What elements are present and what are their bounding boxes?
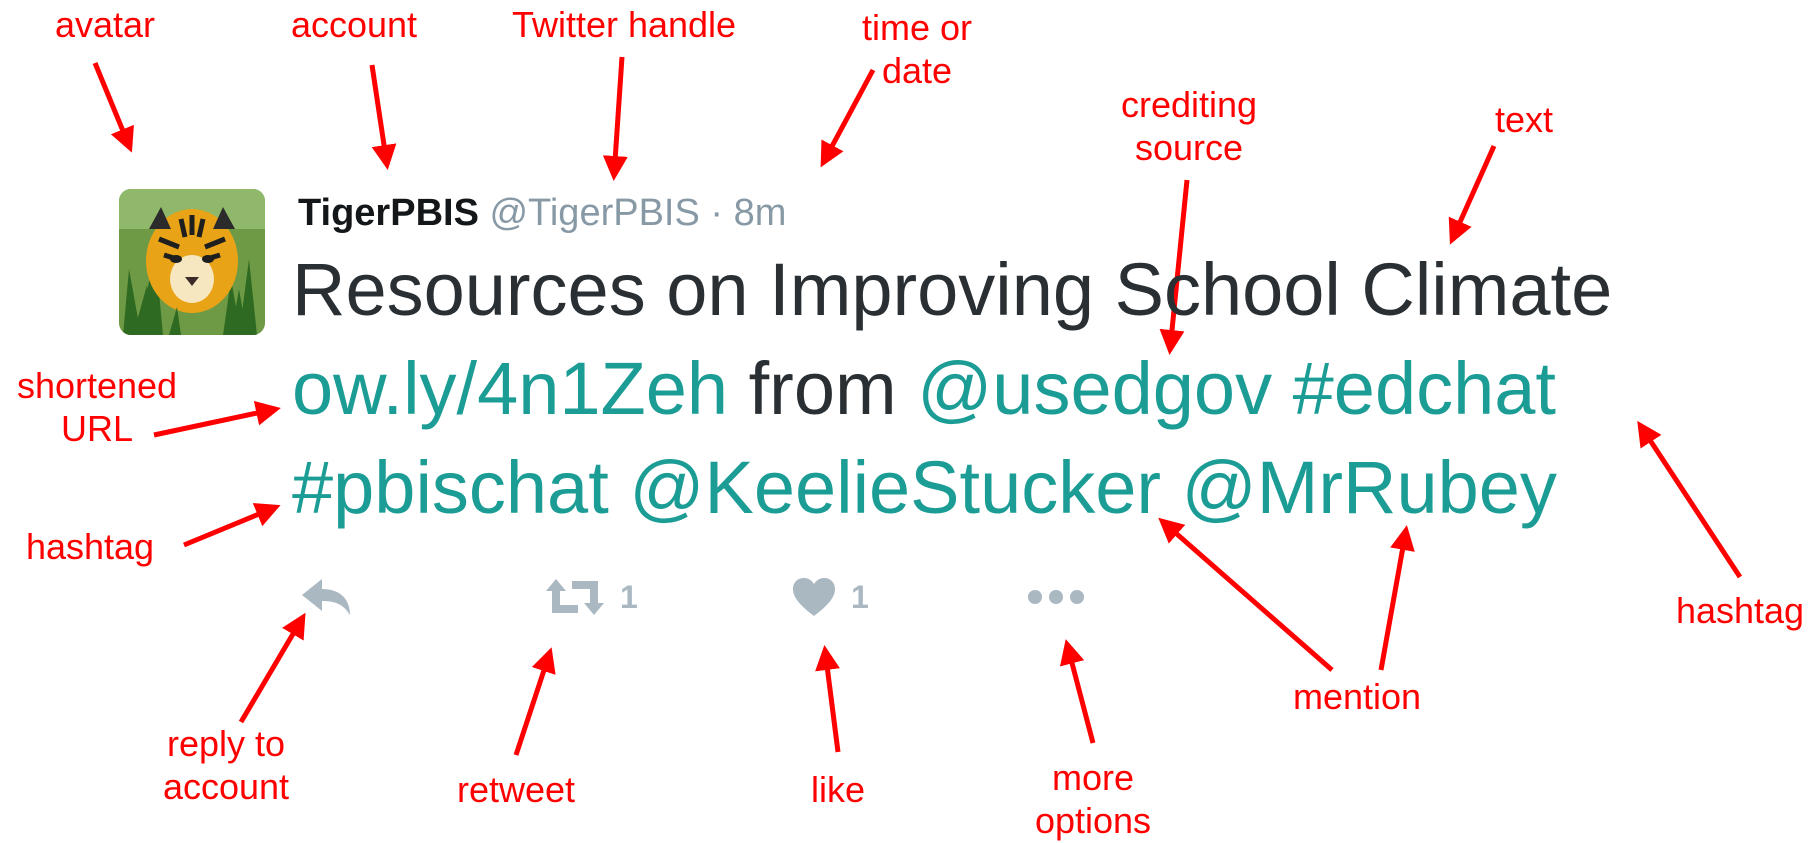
tweet-text-line-1: Resources on Improving School Climate bbox=[292, 240, 1772, 339]
more-options-button[interactable] bbox=[1025, 572, 1087, 622]
tweet-text-line-3: #pbischat @KeelieStucker @MrRubey bbox=[292, 438, 1772, 537]
more-options-arrow bbox=[1059, 639, 1096, 744]
hashtag-left-arrow bbox=[183, 503, 281, 548]
hashtag-edchat-link[interactable]: #edchat bbox=[1293, 347, 1556, 430]
tweet-actions: 1 1 bbox=[0, 572, 1200, 622]
annotation-like: like bbox=[810, 769, 866, 810]
annotation-retweet: retweet bbox=[456, 769, 576, 810]
annotation-hashtag-right: hashtag bbox=[1675, 590, 1805, 631]
handle-arrow bbox=[602, 56, 628, 181]
annotation-account: account bbox=[290, 4, 418, 45]
annotation-shortened-url: shortened URL bbox=[16, 365, 178, 450]
reply-button[interactable] bbox=[300, 572, 352, 622]
retweet-count: 1 bbox=[620, 578, 638, 615]
mention-arrow-2 bbox=[1378, 525, 1415, 671]
account-name[interactable]: TigerPBIS bbox=[298, 192, 479, 234]
retweet-arrow bbox=[513, 647, 556, 756]
annotation-twitter-handle: Twitter handle bbox=[511, 4, 737, 45]
mention-mrrubey-link[interactable]: @MrRubey bbox=[1182, 446, 1557, 529]
annotation-avatar: avatar bbox=[54, 4, 156, 45]
reply-icon bbox=[302, 579, 350, 615]
annotation-hashtag-left: hashtag bbox=[25, 526, 155, 567]
avatar-arrow bbox=[92, 62, 134, 153]
annotation-more-options: more options bbox=[1034, 757, 1152, 842]
annotation-mention: mention bbox=[1292, 676, 1422, 717]
annotation-text: text bbox=[1494, 99, 1554, 140]
retweet-button[interactable]: 1 bbox=[544, 572, 638, 622]
tweet-text-content: Resources on Improving School Climate bbox=[292, 248, 1613, 331]
heart-icon bbox=[793, 578, 835, 616]
like-arrow bbox=[815, 645, 841, 753]
text-arrow bbox=[1448, 144, 1497, 245]
annotation-reply-to-account: reply to account bbox=[162, 723, 290, 808]
reply-arrow bbox=[238, 612, 306, 724]
from-word: from bbox=[748, 347, 897, 430]
account-arrow bbox=[369, 64, 397, 170]
tweet-time[interactable]: 8m bbox=[734, 192, 787, 234]
tweet-header: TigerPBIS @TigerPBIS · 8m bbox=[298, 190, 786, 236]
hashtag-pbischat-link[interactable]: #pbischat bbox=[292, 446, 609, 529]
tiger-avatar-image bbox=[119, 189, 265, 335]
twitter-handle[interactable]: @TigerPBIS bbox=[489, 192, 699, 234]
avatar[interactable] bbox=[119, 189, 265, 335]
mention-keeliestucker-link[interactable]: @KeelieStucker bbox=[629, 446, 1161, 529]
retweet-icon bbox=[546, 579, 604, 615]
annotation-crediting-source: crediting source bbox=[1120, 84, 1258, 169]
more-options-icon bbox=[1028, 590, 1084, 604]
source-mention-link[interactable]: @usedgov bbox=[917, 347, 1272, 430]
tweet-text-line-2: ow.ly/4n1Zeh from @usedgov #edchat bbox=[292, 339, 1772, 438]
header-separator: · bbox=[710, 192, 724, 234]
shortened-url-link[interactable]: ow.ly/4n1Zeh bbox=[292, 347, 728, 430]
annotation-time-or-date: time or date bbox=[861, 7, 973, 92]
tweet-text: Resources on Improving School Climate ow… bbox=[292, 240, 1772, 537]
like-button[interactable]: 1 bbox=[791, 572, 869, 622]
like-count: 1 bbox=[851, 578, 869, 615]
